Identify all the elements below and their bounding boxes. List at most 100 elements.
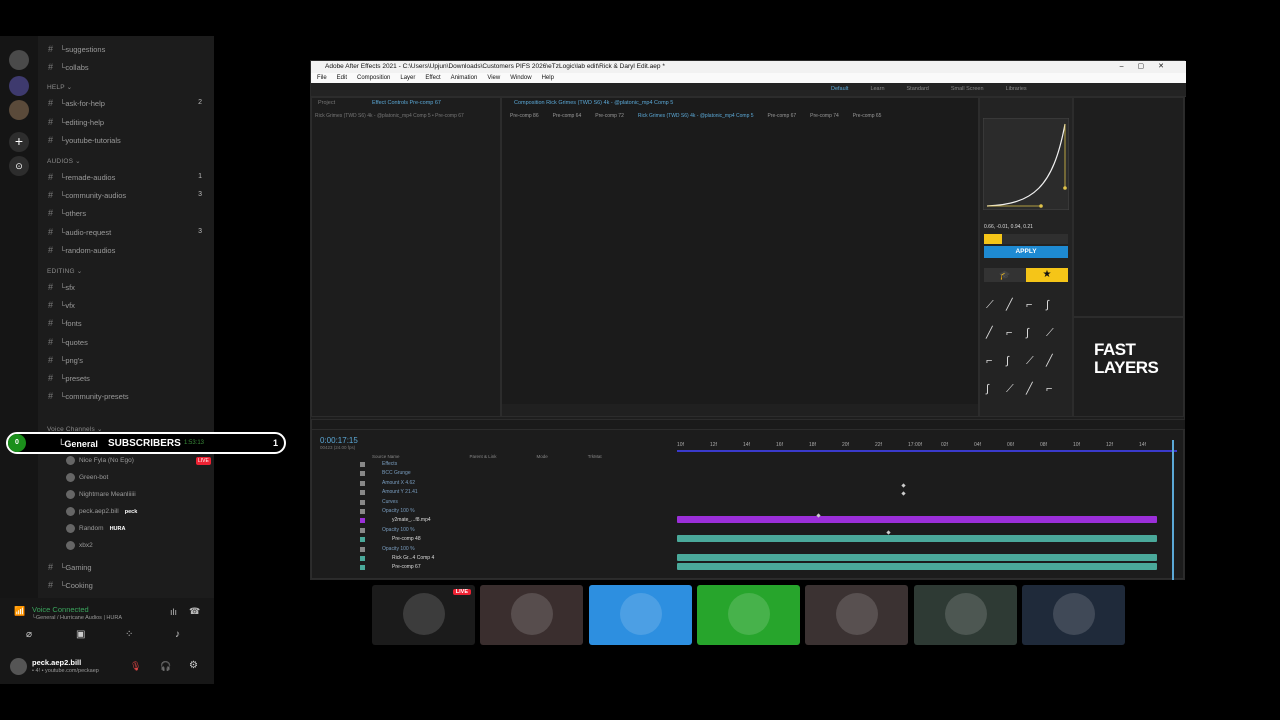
headphones-icon[interactable]: 🎧 bbox=[160, 661, 171, 672]
menu-item[interactable]: File bbox=[317, 75, 327, 81]
gear-icon[interactable]: ⚙ bbox=[189, 660, 198, 671]
curve-preset-icon[interactable]: ⟋ bbox=[986, 298, 1000, 312]
apply-button[interactable]: APPLY bbox=[984, 246, 1068, 258]
voice-connected-label[interactable]: Voice Connected bbox=[32, 605, 89, 614]
comp-subtab[interactable]: Pre-comp 72 bbox=[595, 113, 624, 119]
layer-row[interactable]: BCC Grunge bbox=[312, 469, 672, 477]
workspace-tab[interactable]: Standard bbox=[907, 86, 929, 92]
tab-effect-controls[interactable]: Effect Controls Pre-comp 67 bbox=[372, 100, 441, 106]
comp-subtab[interactable]: Pre-comp 86 bbox=[510, 113, 539, 119]
layer-track-bar[interactable] bbox=[677, 563, 1157, 571]
webcam-cartoon-avatar[interactable] bbox=[588, 585, 692, 645]
layer-row[interactable]: Effects bbox=[312, 460, 672, 468]
curve-preset-icon[interactable]: ⌐ bbox=[1046, 382, 1060, 396]
window-controls[interactable]: –▢✕ bbox=[1120, 61, 1178, 73]
channel-item[interactable]: # └png's bbox=[48, 353, 208, 367]
channel-item[interactable]: # └community-presets bbox=[48, 389, 208, 403]
curve-preset-icon[interactable]: ∫ bbox=[1026, 326, 1040, 340]
webcam-discord-bot[interactable] bbox=[696, 585, 800, 645]
add-server-icon[interactable]: + bbox=[9, 132, 29, 152]
channel-item[interactable]: # └others bbox=[48, 206, 208, 220]
keyframe[interactable] bbox=[901, 483, 906, 488]
explore-icon[interactable]: ⊙ bbox=[9, 156, 29, 176]
layer-row[interactable]: Opacity 100 % bbox=[312, 545, 672, 553]
tab-project[interactable]: Project bbox=[318, 100, 335, 106]
server-icon[interactable] bbox=[9, 76, 29, 96]
layer-row[interactable]: y2mate_...f8.mp4 bbox=[312, 516, 672, 524]
curve-preset-icon[interactable]: ⌐ bbox=[1006, 326, 1020, 340]
channel-item[interactable]: # └ask-for-help 2 bbox=[48, 96, 208, 110]
easing-curve-graph[interactable] bbox=[983, 118, 1069, 210]
menu-item[interactable]: Edit bbox=[337, 75, 347, 81]
voice-user[interactable]: Nice Fyla (No Ego) LIVE bbox=[66, 453, 216, 469]
camera-off-icon[interactable]: ⌀ bbox=[26, 629, 32, 640]
menu-item[interactable]: Window bbox=[510, 75, 531, 81]
curve-preset-icon[interactable]: ∫ bbox=[1046, 298, 1060, 312]
workspace-tab[interactable]: Default bbox=[831, 86, 848, 92]
comp-subtab[interactable]: Pre-comp 64 bbox=[553, 113, 582, 119]
curve-preset-icon[interactable]: ∫ bbox=[1006, 354, 1020, 368]
channel-item[interactable]: # └presets bbox=[48, 371, 208, 385]
server-icon[interactable] bbox=[9, 100, 29, 120]
channel-item[interactable]: # └Gaming bbox=[48, 560, 208, 574]
menu-item[interactable]: Animation bbox=[451, 75, 478, 81]
channel-item[interactable]: # └vfx bbox=[48, 298, 208, 312]
layer-track-bar[interactable] bbox=[677, 516, 1157, 524]
channel-item[interactable]: # └random-audios bbox=[48, 243, 208, 257]
voice-user[interactable]: xbx2 bbox=[66, 538, 216, 554]
webcam-stream-preview[interactable]: LIVE bbox=[372, 585, 475, 645]
menu-item[interactable]: Layer bbox=[400, 75, 415, 81]
layer-row[interactable]: Pre-comp 67 bbox=[312, 563, 672, 571]
channel-item[interactable]: # └collabs bbox=[48, 60, 208, 74]
star-icon[interactable]: ★ bbox=[1026, 268, 1068, 282]
layer-row[interactable]: Opacity 100 % bbox=[312, 526, 672, 534]
channel-item[interactable]: # └sfx bbox=[48, 280, 208, 294]
voice-user[interactable]: Random HURA bbox=[66, 521, 216, 537]
channel-item[interactable]: # └fonts bbox=[48, 316, 208, 330]
curve-preset-icon[interactable]: ⟋ bbox=[1046, 326, 1060, 340]
activities-icon[interactable]: ⁘ bbox=[125, 629, 133, 640]
screen-share-icon[interactable]: ▣ bbox=[76, 629, 85, 640]
workspace-tab[interactable]: Libraries bbox=[1006, 86, 1027, 92]
comp-subtab[interactable]: Pre-comp 67 bbox=[768, 113, 797, 119]
layer-row[interactable]: Rick Gr...4 Comp 4 bbox=[312, 554, 672, 562]
layer-track-bar[interactable] bbox=[677, 535, 1157, 543]
category-label[interactable]: HELP ⌄ bbox=[47, 83, 72, 91]
mute-icon[interactable]: 🎙 bbox=[130, 661, 141, 672]
work-area-bar[interactable] bbox=[677, 450, 1177, 452]
user-name[interactable]: peck.aep2.bill bbox=[32, 658, 81, 667]
curve-preset-icon[interactable]: ∫ bbox=[986, 382, 1000, 396]
voice-user[interactable]: peck.aep2.bill peck bbox=[66, 504, 216, 520]
server-icon[interactable] bbox=[9, 50, 29, 70]
comp-subtab[interactable]: Rick Grimes (TWD S6) 4k - @platonic_mp4 … bbox=[638, 113, 754, 119]
channel-item[interactable]: # └Cooking bbox=[48, 578, 208, 592]
webcam-cat-avatar[interactable] bbox=[480, 585, 584, 645]
channel-item[interactable]: # └suggestions bbox=[48, 42, 208, 56]
noise-icon[interactable]: ılı bbox=[170, 607, 177, 617]
menu-item[interactable]: View bbox=[487, 75, 500, 81]
channel-item[interactable]: # └youtube-tutorials bbox=[48, 133, 208, 147]
voice-user[interactable]: Green-bot bbox=[66, 470, 216, 486]
curve-preset-icon[interactable]: ╱ bbox=[1006, 298, 1020, 312]
layer-row[interactable]: Opacity 100 % bbox=[312, 507, 672, 515]
channel-item[interactable]: # └editing-help bbox=[48, 115, 208, 129]
soundboard-icon[interactable]: ♪ bbox=[175, 629, 180, 640]
disconnect-icon[interactable]: ☎ bbox=[189, 606, 200, 617]
channel-item[interactable]: # └audio-request 3 bbox=[48, 225, 208, 239]
webcam-bearded-avatar[interactable] bbox=[913, 585, 1017, 645]
webcam-person-photo[interactable] bbox=[805, 585, 909, 645]
category-label[interactable]: EDITING ⌄ bbox=[47, 267, 82, 275]
webcam-blue-portrait[interactable] bbox=[1021, 585, 1125, 645]
keyframe[interactable] bbox=[886, 530, 891, 535]
category-label[interactable]: AUDIOS ⌄ bbox=[47, 157, 81, 165]
layer-row[interactable]: Amount Y 21.41 bbox=[312, 488, 672, 496]
menu-item[interactable]: Help bbox=[542, 75, 554, 81]
graduation-cap-icon[interactable]: 🎓 bbox=[984, 268, 1026, 282]
keyframe[interactable] bbox=[901, 491, 906, 496]
timecode[interactable]: 0:00:17:15 bbox=[320, 436, 358, 445]
curve-preset-icon[interactable]: ⟋ bbox=[1006, 382, 1020, 396]
channel-item[interactable]: # └quotes bbox=[48, 335, 208, 349]
curve-preset-icon[interactable]: ╱ bbox=[1046, 354, 1060, 368]
layer-row[interactable]: Curves bbox=[312, 498, 672, 506]
curve-preset-icon[interactable]: ⌐ bbox=[986, 354, 1000, 368]
